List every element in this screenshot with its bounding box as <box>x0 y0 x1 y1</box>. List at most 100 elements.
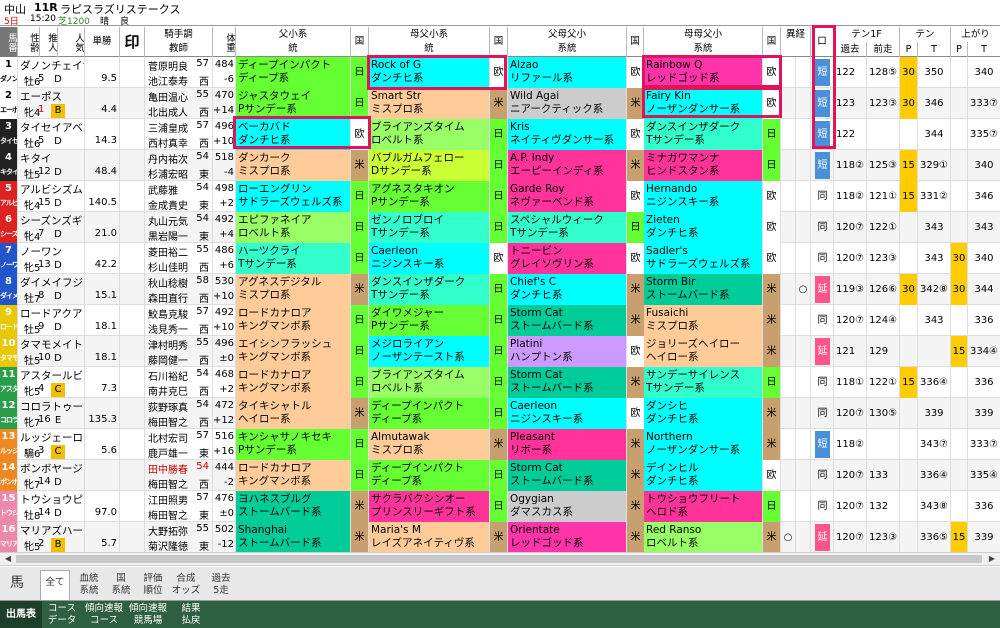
fs-cell[interactable]: Alzao リファール系 <box>508 57 627 88</box>
ms-cell[interactable]: Red Ranso ロベルト系 <box>644 522 763 553</box>
sire-cell[interactable]: エイシンフラッシュ キングマンボ系 <box>236 336 351 367</box>
ms-cell[interactable]: トウショウフリート ヘロド系 <box>644 491 763 522</box>
horse-name[interactable]: エーポス <box>20 89 62 104</box>
horse-name-cell[interactable]: タイセイアベニール牡65D <box>18 119 85 150</box>
mark-cell[interactable] <box>120 522 145 553</box>
bms-cell[interactable]: バブルガムフェロー Dサンデー系 <box>369 150 490 181</box>
tab-combined-odds[interactable]: 合成 オッズ <box>170 570 202 600</box>
jockey-name[interactable]: 丹内祐次 <box>148 151 188 166</box>
horse-name-cell[interactable]: ボンボヤージ 牝7 14 D <box>18 460 85 491</box>
ms-cell[interactable]: ダンシヒ ダンチヒ系 <box>644 398 763 429</box>
fs-cell[interactable]: Storm Cat ストームバード系 <box>508 367 627 398</box>
horse-name[interactable]: シーズンズギフト <box>20 213 84 228</box>
sire-cell[interactable]: エピファネイア ロベルト系 <box>236 212 351 243</box>
jockey-name[interactable]: 江田照男 <box>148 492 188 507</box>
table-row[interactable]: 14 ボンボ ボンボヤージ 牝7 14 D 田中勝春 梅田智之 54 西 444 -2 ロードカナロアキ… <box>0 460 1000 491</box>
mark-cell[interactable] <box>120 181 145 212</box>
horse-name-cell[interactable]: コロラトゥーレ牝716E <box>18 398 85 429</box>
trainer-name[interactable]: 鹿戸雄一 <box>148 445 188 460</box>
trainer-name[interactable]: 浅見秀一 <box>148 321 188 336</box>
horse-name-cell[interactable]: アスタールビー牝54C <box>18 367 85 398</box>
sire-cell[interactable]: ローエングリン サドラーズウェルズ系 <box>236 181 351 212</box>
ms-cell[interactable]: デインヒル ダンチヒ系 <box>644 460 763 491</box>
bms-cell[interactable]: ディープインパクト ディープ系 <box>369 460 490 491</box>
fs-cell[interactable]: Platini ハンプトン系 <box>508 336 627 367</box>
horse-name-cell[interactable]: エーポス 牝4 1 B <box>18 88 85 119</box>
mark-cell[interactable] <box>120 212 145 243</box>
horse-name-cell[interactable]: シーズンズギフト牝47D <box>18 212 85 243</box>
jockey-name[interactable]: 大野拓弥 <box>148 523 188 538</box>
trainer-name[interactable]: 梅田智之 <box>148 507 188 522</box>
ms-cell[interactable]: Storm Bir ストームバード系 <box>644 274 763 305</box>
table-row[interactable]: 3タイセタイセイアベニール牡65D14.3 三浦皇成西村真幸 57 西 496+10ベー… <box>0 119 1000 150</box>
bms-cell[interactable]: Almutawak ミスプロ系 <box>369 429 490 460</box>
fs-cell[interactable]: スペシャルウィーク Tサンデー系 <box>508 212 627 243</box>
jockey-name[interactable]: 三浦皇成 <box>148 120 188 135</box>
horse-name[interactable]: マリアズハート <box>20 523 84 538</box>
table-row[interactable]: 2 エーポ エーポス 牝4 1 B 4.4 亀田温心 北出成人 55 西 470 +14 ジャスタウェイ P… <box>0 88 1000 119</box>
ms-cell[interactable]: Hernando ニジンスキー系 <box>644 181 763 212</box>
horse-name[interactable]: ルッジェーロ <box>20 430 83 445</box>
jockey-name[interactable]: 菅原明良 <box>148 58 188 73</box>
table-row[interactable]: 15トウシトウショウピスト牡814D97.0 江田照男梅田智之 57 東 476±0ヨハ… <box>0 491 1000 522</box>
horse-name[interactable]: ノーワン <box>20 244 62 259</box>
table-row[interactable]: 10タマモタマモメイトウ牡510D18.1 津村明秀藤岡健一 55 西 496±0エイシ… <box>0 336 1000 367</box>
fs-cell[interactable]: Ogygian ダマスカス系 <box>508 491 627 522</box>
trainer-name[interactable]: 梅田智之 <box>148 476 188 491</box>
trainer-name[interactable]: 杉浦宏昭 <box>148 166 188 181</box>
fs-cell[interactable]: A.P. Indy エーピーインディ系 <box>508 150 627 181</box>
horizontal-scrollbar[interactable]: ◀ ▶ <box>0 552 1000 566</box>
fs-cell[interactable]: Caerleon ニジンスキー系 <box>508 398 627 429</box>
sire-cell[interactable]: ヨハネスブルグ ストームバード系 <box>236 491 351 522</box>
horse-name-cell[interactable]: タマモメイトウ牡510D <box>18 336 85 367</box>
horse-name-cell[interactable]: キタイ 牡5 12 D <box>18 150 85 181</box>
mark-cell[interactable] <box>120 491 145 522</box>
bms-cell[interactable]: サクラバクシンオー プリンスリーギフト系 <box>369 491 490 522</box>
bms-cell[interactable]: ダンスインザダーク Tサンデー系 <box>369 274 490 305</box>
table-row[interactable]: 6シーズシーズンズギフト牝47D21.0 丸山元気黒岩陽一 54 東 492+4エピファ… <box>0 212 1000 243</box>
table-row[interactable]: 1ダノンダノンチェイサー牡65D9.5 菅原明良池江泰寿 57 西 484-6ディープイ… <box>0 57 1000 88</box>
trainer-name[interactable]: 杉山佳明 <box>148 259 188 274</box>
jockey-name[interactable]: 丸山元気 <box>148 213 188 228</box>
sire-cell[interactable]: アグネスデジタル ミスプロ系 <box>236 274 351 305</box>
fs-cell[interactable]: Garde Roy ネヴァーベンド系 <box>508 181 627 212</box>
mark-cell[interactable] <box>120 460 145 491</box>
table-row[interactable]: 5 アルビ アルビシズム 牝4 15 D 140.5 武藤雅 金成貴史 54 東 498 +2 ローエング… <box>0 181 1000 212</box>
horse-name[interactable]: タイセイアベニール <box>20 120 84 135</box>
table-row[interactable]: 9 ロード ロードアクア 牡5 9 D 18.1 鮫島克駿 浅見秀一 57 西 492 +10 ロードカナ… <box>0 305 1000 336</box>
mark-cell[interactable] <box>120 274 145 305</box>
mark-cell[interactable] <box>120 119 145 150</box>
ms-cell[interactable]: Fusaichi ミスプロ系 <box>644 305 763 336</box>
mark-cell[interactable] <box>120 243 145 274</box>
ms-cell[interactable]: ミナガワマンナ ヒンドスタン系 <box>644 150 763 181</box>
jockey-name[interactable]: 津村明秀 <box>148 337 188 352</box>
sire-cell[interactable]: キンシャサノキセキ Pサンデー系 <box>236 429 351 460</box>
mark-cell[interactable] <box>120 336 145 367</box>
horse-name[interactable]: アスタールビー <box>20 368 84 383</box>
horse-name-cell[interactable]: アルビシズム 牝4 15 D <box>18 181 85 212</box>
horse-name[interactable]: キタイ <box>20 151 52 166</box>
tab-country[interactable]: 国系統 <box>106 570 136 600</box>
jockey-name[interactable]: 武藤雅 <box>148 182 178 197</box>
bms-cell[interactable]: Maria's M レイズアネイティヴ系 <box>369 522 490 553</box>
table-row[interactable]: 12コロラコロラトゥーレ牝716E135.3 荻野琢真梅田智之 54 西 472+12タ… <box>0 398 1000 429</box>
mark-cell[interactable] <box>120 57 145 88</box>
nav-entries[interactable]: 出馬表 <box>0 601 42 628</box>
trainer-name[interactable]: 西村真幸 <box>148 135 188 150</box>
mark-cell[interactable] <box>120 150 145 181</box>
fs-cell[interactable]: Kris ネイティヴダンサー系 <box>508 119 627 150</box>
horse-name-cell[interactable]: トウショウピスト牡814D <box>18 491 85 522</box>
tab-rating[interactable]: 評価 順位 <box>138 570 168 600</box>
jockey-name[interactable]: 荻野琢真 <box>148 399 188 414</box>
sire-cell[interactable]: ロードカナロア キングマンボ系 <box>236 305 351 336</box>
trainer-name[interactable]: 北出成人 <box>148 104 188 119</box>
fs-cell[interactable]: Chief's C ダンチヒ系 <box>508 274 627 305</box>
bms-cell[interactable]: アグネスタキオン Pサンデー系 <box>369 181 490 212</box>
bms-cell[interactable]: ディープインパクト ディープ系 <box>369 398 490 429</box>
mark-cell[interactable] <box>120 398 145 429</box>
horse-icon-tab[interactable]: 馬 <box>4 570 30 600</box>
horse-name[interactable]: トウショウピスト <box>20 492 84 507</box>
table-row[interactable]: 16マリアマリアズハート牝52B5.7 大野拓弥菊沢隆徳 55 東 502-12Shan… <box>0 522 1000 553</box>
horse-name[interactable]: コロラトゥーレ <box>20 399 84 414</box>
ms-cell[interactable]: Rainbow Q レッドゴッド系 <box>644 57 763 88</box>
